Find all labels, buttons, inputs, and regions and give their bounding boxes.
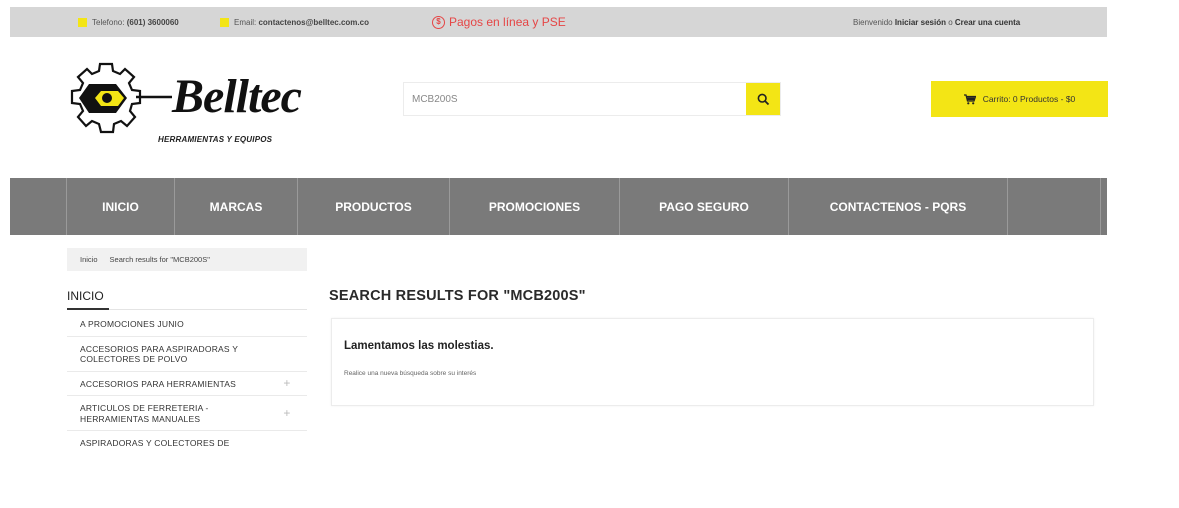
- category-item[interactable]: ACCESORIOS PARA HERRAMIENTAS +: [67, 372, 307, 396]
- cart-button[interactable]: Carrito: 0 Productos - $0: [931, 81, 1108, 117]
- category-list: A PROMOCIONES JUNIO ACCESORIOS PARA ASPI…: [67, 312, 307, 455]
- category-label: ASPIRADORAS Y COLECTORES DE: [80, 438, 230, 448]
- category-item[interactable]: ARTICULOS DE FERRETERIA - HERRAMIENTAS M…: [67, 396, 307, 431]
- email-icon: [220, 17, 229, 27]
- no-results-heading: Lamentamos las molestias.: [344, 340, 494, 352]
- pse-icon: $: [432, 15, 445, 29]
- phone-label: Telefono:: [92, 17, 125, 27]
- search-button[interactable]: [746, 83, 780, 115]
- nav-marcas[interactable]: MARCAS: [174, 178, 297, 235]
- pse-link[interactable]: $ Pagos en línea y PSE: [432, 7, 566, 37]
- user-links: Bienvenido Iniciar sesión o Crear una cu…: [853, 7, 1020, 37]
- sidebar-title-underline: [67, 308, 109, 310]
- category-item[interactable]: ASPIRADORAS Y COLECTORES DE: [67, 431, 307, 455]
- page-title: SEARCH RESULTS FOR "MCB200S": [329, 288, 586, 304]
- email-label: Email:: [234, 17, 257, 27]
- pse-label: Pagos en línea y PSE: [449, 15, 566, 29]
- logo[interactable]: Belltec HERRAMIENTAS Y EQUIPOS: [62, 55, 327, 150]
- nav-inicio[interactable]: INICIO: [66, 178, 174, 235]
- phone-icon: [78, 17, 87, 27]
- category-item[interactable]: A PROMOCIONES JUNIO: [67, 312, 307, 337]
- category-label: A PROMOCIONES JUNIO: [80, 319, 184, 329]
- or-text: o: [948, 17, 953, 27]
- search-input[interactable]: [404, 83, 748, 115]
- search-box: [403, 82, 781, 116]
- phone-info: Telefono: (601) 3600060: [78, 7, 179, 37]
- breadcrumb-home[interactable]: Inicio: [80, 255, 98, 264]
- logo-tagline: HERRAMIENTAS Y EQUIPOS: [158, 135, 273, 144]
- nav-promociones[interactable]: PROMOCIONES: [449, 178, 619, 235]
- nav-pago-seguro[interactable]: PAGO SEGURO: [619, 178, 788, 235]
- email-link[interactable]: contactenos@belltec.com.co: [258, 18, 369, 27]
- nav-empty: [1007, 178, 1101, 235]
- plus-icon[interactable]: +: [281, 407, 293, 419]
- main-nav: INICIO MARCAS PRODUCTOS PROMOCIONES PAGO…: [10, 178, 1107, 235]
- phone-value: (601) 3600060: [126, 17, 179, 27]
- email-info: Email: contactenos@belltec.com.co: [220, 7, 369, 37]
- cart-icon: [963, 93, 976, 105]
- top-bar: Telefono: (601) 3600060 Email: contacten…: [10, 7, 1107, 37]
- login-link[interactable]: Iniciar sesión: [895, 18, 946, 27]
- gear-logo-icon: [70, 62, 172, 134]
- category-label: ACCESORIOS PARA ASPIRADORAS Y COLECTORES…: [80, 343, 238, 365]
- register-link[interactable]: Crear una cuenta: [955, 18, 1020, 27]
- welcome-text: Bienvenido: [853, 17, 893, 27]
- plus-icon[interactable]: +: [281, 377, 293, 389]
- cart-label: Carrito: 0 Productos - $0: [982, 94, 1076, 104]
- nav-productos[interactable]: PRODUCTOS: [297, 178, 449, 235]
- logo-wordmark: Belltec: [172, 70, 302, 123]
- category-label: ARTICULOS DE FERRETERIA - HERRAMIENTAS M…: [80, 403, 209, 424]
- category-item[interactable]: ACCESORIOS PARA ASPIRADORAS Y COLECTORES…: [67, 337, 307, 372]
- no-results-message: Realice una nueva búsqueda sobre su inte…: [344, 370, 477, 377]
- breadcrumb-current: Search results for "MCB200S": [109, 255, 210, 264]
- breadcrumb: Inicio Search results for "MCB200S": [67, 248, 307, 271]
- sidebar-title: INICIO: [67, 289, 104, 303]
- no-results-box: Lamentamos las molestias. Realice una nu…: [331, 318, 1094, 406]
- nav-contactenos[interactable]: CONTACTENOS - PQRS: [788, 178, 1007, 235]
- magnifier-icon: [757, 93, 769, 105]
- category-label: ACCESORIOS PARA HERRAMIENTAS: [80, 378, 236, 389]
